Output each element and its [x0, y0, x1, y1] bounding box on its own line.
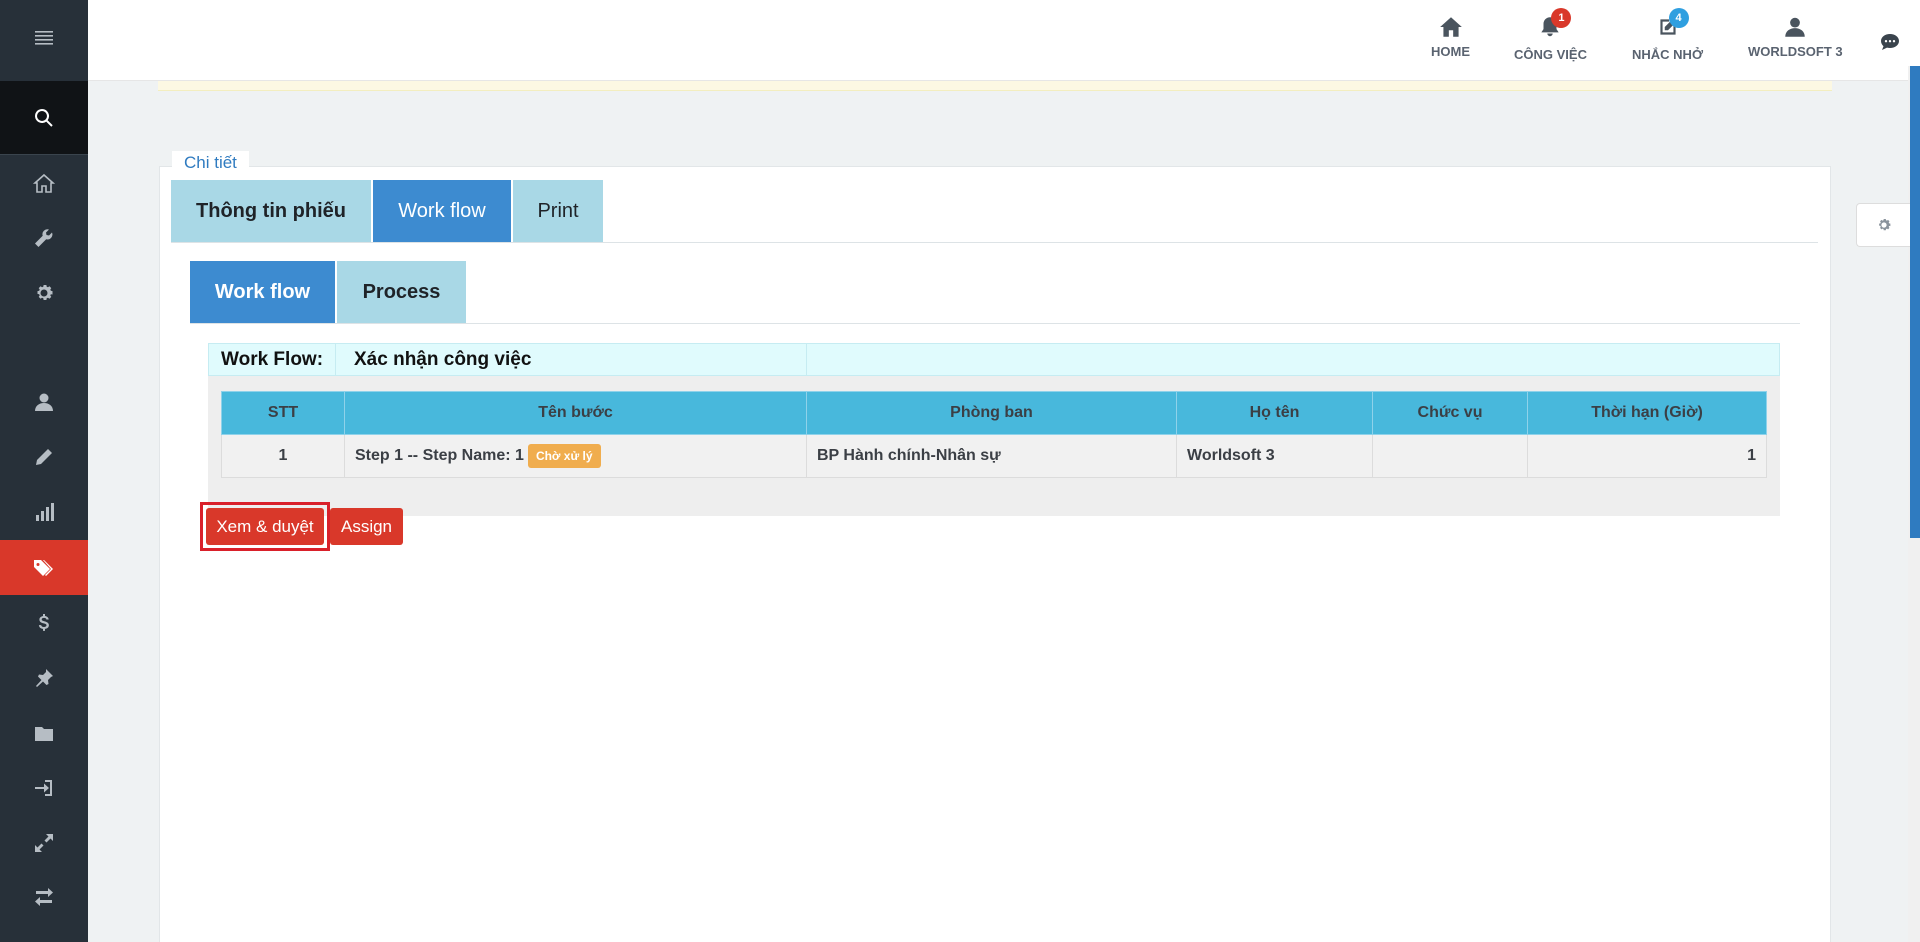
sidebar-item-pin[interactable] [0, 650, 88, 705]
cell-department: BP Hành chính-Nhân sự [806, 434, 1177, 478]
col-deadline: Thời hạn (Giờ) [1527, 391, 1767, 435]
cell-step-name: Step 1 -- Step Name: 1 Chờ xử lý [344, 434, 807, 478]
header-home[interactable]: HOME [1431, 14, 1470, 59]
outer-tabs: Thông tin phiếu Work flow Print [171, 180, 603, 243]
sidebar-divider [0, 154, 88, 155]
sign-in-icon [35, 779, 52, 796]
menu-icon[interactable] [0, 8, 88, 66]
sidebar-item-tools[interactable] [0, 210, 88, 265]
home-icon [1439, 17, 1462, 37]
panel-legend: Chi tiết [172, 151, 249, 173]
sidebar-item-reports[interactable] [0, 484, 88, 539]
header-tasks[interactable]: 1 CÔNG VIỆC [1514, 8, 1587, 62]
tags-icon [34, 559, 53, 576]
col-full-name: Họ tên [1176, 391, 1373, 435]
cell-position [1372, 434, 1528, 478]
table-header-row: STT Tên bước Phòng ban Họ tên Chức vụ Th… [221, 391, 1767, 435]
sidebar-item-expand[interactable] [0, 815, 88, 870]
assign-button[interactable]: Assign [330, 508, 403, 545]
dollar-icon [38, 613, 49, 631]
sidebar [0, 0, 88, 942]
col-stt: STT [221, 391, 345, 435]
sidebar-item-login[interactable] [0, 760, 88, 815]
header-user[interactable]: WORLDSOFT 3 [1748, 14, 1843, 59]
settings-toggle[interactable] [1856, 203, 1910, 247]
sidebar-item-exchange[interactable] [0, 869, 88, 924]
sidebar-item-home[interactable] [0, 156, 88, 211]
col-step-name: Tên bước [344, 391, 807, 435]
action-buttons: Xem & duyệt Assign [200, 502, 403, 551]
workflow-label: Work Flow: [209, 344, 336, 375]
search-icon[interactable] [0, 81, 88, 154]
exchange-icon [35, 887, 53, 906]
reminders-badge: 4 [1668, 8, 1689, 28]
expand-icon [35, 833, 53, 852]
table-row: 1 Step 1 -- Step Name: 1 Chờ xử lý BP Hàn… [221, 434, 1767, 478]
cell-stt: 1 [221, 434, 345, 478]
col-position: Chức vụ [1372, 391, 1528, 435]
workflow-steps-table: STT Tên bước Phòng ban Họ tên Chức vụ Th… [221, 391, 1767, 478]
gear-icon [1878, 219, 1890, 231]
user-icon [35, 393, 53, 411]
workflow-value: Xác nhận công việc [336, 344, 807, 375]
workflow-header: Work Flow: Xác nhận công việc [208, 343, 1780, 376]
review-button-highlight: Xem & duyệt [200, 502, 330, 551]
tab-workflow[interactable]: Work flow [373, 180, 511, 243]
sidebar-item-finance[interactable] [0, 595, 88, 650]
tab-print[interactable]: Print [513, 180, 603, 243]
header-tasks-label: CÔNG VIỆC [1514, 47, 1587, 62]
cell-deadline: 1 [1527, 434, 1767, 478]
header-reminders-label: NHẮC NHỞ [1632, 47, 1704, 62]
chat-icon[interactable] [1878, 30, 1902, 54]
review-approve-button[interactable]: Xem & duyệt [206, 508, 324, 545]
user-icon [1785, 17, 1806, 37]
inner-tabs: Work flow Process [190, 261, 466, 324]
sidebar-item-tags[interactable] [0, 540, 88, 595]
top-bar: HOME 1 CÔNG VIỆC 4 NHẮC NHỞ WORLDSOFT 3 [88, 0, 1920, 81]
notice-strip [158, 81, 1832, 91]
col-department: Phòng ban [806, 391, 1177, 435]
sidebar-item-settings[interactable] [0, 265, 88, 320]
subtab-workflow[interactable]: Work flow [190, 261, 335, 324]
sidebar-item-users[interactable] [0, 374, 88, 429]
scrollbar-thumb[interactable] [1910, 66, 1920, 538]
outer-tabs-divider [171, 242, 1818, 243]
subtab-process[interactable]: Process [337, 261, 466, 324]
pin-icon [36, 668, 53, 687]
folder-icon [35, 726, 53, 741]
sidebar-item-folder[interactable] [0, 705, 88, 760]
pencil-icon [36, 448, 52, 465]
home-icon [32, 173, 56, 193]
inner-tabs-divider [190, 323, 1800, 324]
cell-full-name: Worldsoft 3 [1176, 434, 1373, 478]
header-reminders[interactable]: 4 NHẮC NHỞ [1632, 8, 1704, 62]
tab-ticket-info[interactable]: Thông tin phiếu [171, 180, 371, 243]
sidebar-item-edit[interactable] [0, 429, 88, 484]
step-name-text: Step 1 -- Step Name: 1 [355, 447, 524, 465]
tasks-badge: 1 [1551, 8, 1572, 28]
header-user-label: WORLDSOFT 3 [1748, 44, 1843, 59]
bar-chart-icon [36, 502, 54, 521]
wrench-icon [35, 228, 53, 247]
status-badge: Chờ xử lý [527, 444, 601, 468]
gear-icon [37, 284, 53, 300]
header-home-label: HOME [1431, 44, 1470, 59]
